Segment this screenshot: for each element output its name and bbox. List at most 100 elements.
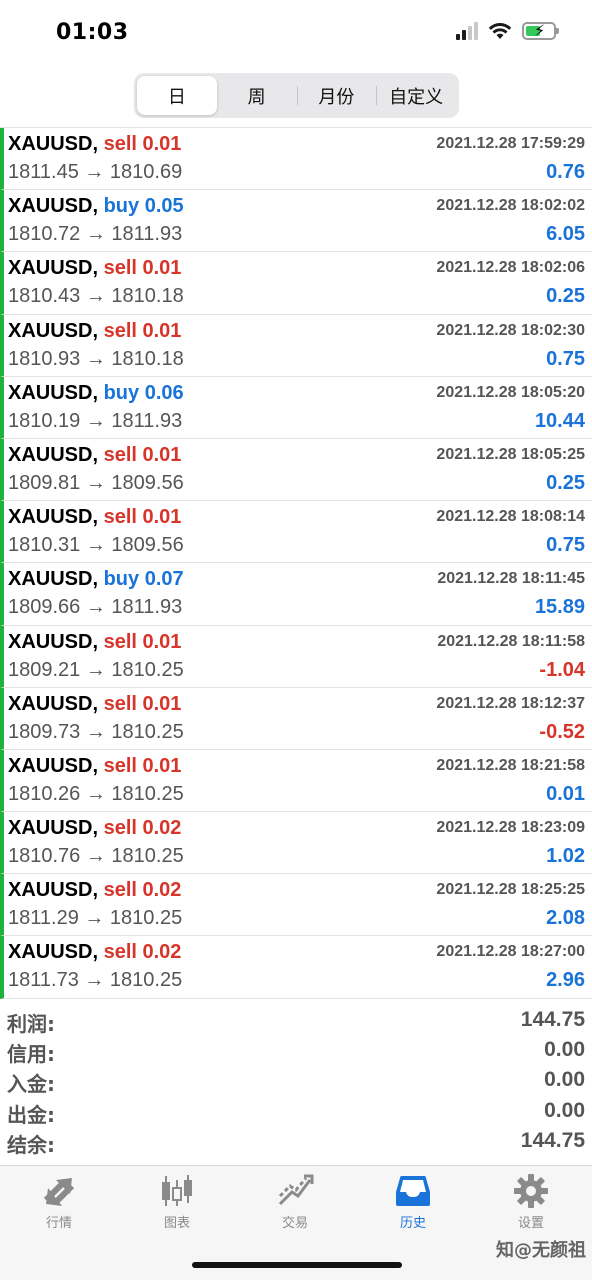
trade-row[interactable]: XAUUSD, sell 0.01 2021.12.28 18:05:25 1809… <box>0 438 592 502</box>
trade-profit: -1.04 <box>539 658 585 681</box>
summary-value: 0.00 <box>544 1038 585 1062</box>
trade-symbol: XAUUSD, <box>8 443 99 466</box>
summary-row: 入金: 0.00 <box>0 1066 592 1096</box>
trade-row[interactable]: XAUUSD, sell 0.01 2021.12.28 18:02:06 1810… <box>0 252 592 315</box>
trade-time: 2021.12.28 18:05:25 <box>436 445 585 463</box>
trade-time: 2021.12.28 18:02:02 <box>436 197 585 215</box>
trade-prices: 1809.73 → 1810.25 <box>8 720 184 743</box>
trade-row[interactable]: XAUUSD, buy 0.05 2021.12.28 18:02:02 1810.… <box>0 190 592 253</box>
trade-symbol-line: XAUUSD, sell 0.01 <box>8 133 181 156</box>
battery-charging-icon: ⚡ <box>522 21 559 40</box>
trade-prices: 1811.29 → 1810.25 <box>8 907 183 930</box>
tab-trade-label: 交易 <box>281 1216 308 1231</box>
trade-side-volume: buy 0.06 <box>103 381 184 404</box>
trade-time: 2021.12.28 18:11:58 <box>437 632 585 650</box>
trade-symbol: XAUUSD, <box>8 506 99 529</box>
trade-row[interactable]: XAUUSD, sell 0.01 2021.12.28 18:12:37 1809… <box>0 687 592 750</box>
account-summary: 利润: 144.75 信用: 0.00 入金: 0.00 出金: 0.00 结余: 144.75 <box>0 1006 592 1157</box>
trade-prices: 1810.76 → 1810.25 <box>8 845 184 868</box>
trade-profit: 10.44 <box>534 409 585 432</box>
summary-row: 结余: 144.75 <box>0 1127 592 1157</box>
tab-month[interactable]: 月份 <box>296 76 377 115</box>
settings-icon <box>514 1174 548 1208</box>
trade-prices: 1809.21 → 1810.25 <box>8 658 184 681</box>
trade-symbol-line: XAUUSD, sell 0.02 <box>8 879 181 902</box>
trade-symbol: XAUUSD, <box>8 133 99 155</box>
trade-profit: 0.01 <box>546 782 585 805</box>
trade-symbol: XAUUSD, <box>8 630 99 653</box>
summary-label: 结余: <box>7 1132 55 1157</box>
trade-prices: 1810.43 → 1810.18 <box>8 285 184 308</box>
summary-value: 0.00 <box>544 1068 585 1092</box>
trade-prices: 1810.31 → 1809.56 <box>8 534 184 557</box>
trade-prices: 1811.73 → 1810.25 <box>8 969 183 992</box>
tab-week[interactable]: 周 <box>217 76 297 115</box>
trade-symbol-line: XAUUSD, sell 0.01 <box>8 506 181 529</box>
trade-row[interactable]: XAUUSD, sell 0.02 2021.12.28 18:25:25 1811… <box>0 874 592 937</box>
trade-prices: 1810.93 → 1810.18 <box>8 347 184 370</box>
trade-prices: 1811.45 → 1810.69 <box>8 161 183 183</box>
trade-symbol-line: XAUUSD, buy 0.06 <box>8 382 184 405</box>
tab-settings[interactable]: 设置 <box>472 1174 590 1234</box>
trade-symbol: XAUUSD, <box>8 817 99 840</box>
trade-time: 2021.12.28 18:11:45 <box>437 570 585 588</box>
summary-row: 信用: 0.00 <box>0 1036 592 1066</box>
summary-label: 出金: <box>7 1102 55 1127</box>
tab-custom[interactable]: 自定义 <box>376 76 456 115</box>
tab-quotes[interactable]: 行情 <box>0 1174 118 1234</box>
trade-row[interactable]: XAUUSD, sell 0.01 2021.12.28 17:59:29 1811… <box>0 128 592 191</box>
trade-time: 2021.12.28 18:08:14 <box>436 508 585 526</box>
trade-profit: 2.96 <box>546 969 585 992</box>
trade-side-volume: sell 0.01 <box>103 443 182 466</box>
status-bar: 01:03 ⚡ <box>0 0 592 64</box>
trade-row[interactable]: XAUUSD, sell 0.01 2021.12.28 18:11:58 1809… <box>0 625 592 688</box>
trade-time: 2021.12.28 18:02:06 <box>436 259 585 277</box>
trade-row[interactable]: XAUUSD, sell 0.02 2021.12.28 18:23:09 1810… <box>0 812 592 875</box>
quotes-icon <box>43 1178 75 1206</box>
trade-side-volume: sell 0.01 <box>103 754 182 777</box>
trade-profit: 15.89 <box>534 596 585 619</box>
trade-profit: 2.08 <box>546 907 585 930</box>
trade-symbol-line: XAUUSD, sell 0.01 <box>8 320 181 343</box>
trade-profit: -0.52 <box>539 720 585 743</box>
trade-time: 2021.12.28 18:23:09 <box>436 819 585 837</box>
trade-row[interactable]: XAUUSD, sell 0.01 2021.12.28 18:02:30 1810… <box>0 314 592 377</box>
trade-time: 2021.12.28 18:12:37 <box>436 694 585 712</box>
period-segmented-control: 日 周 月份 自定义 <box>134 73 459 118</box>
trade-symbol: XAUUSD, <box>8 754 99 777</box>
trade-time: 2021.12.28 18:25:25 <box>436 881 585 899</box>
tab-history[interactable]: 历史 <box>354 1174 472 1234</box>
trade-profit: 0.25 <box>546 471 585 494</box>
trade-side-volume: sell 0.01 <box>103 630 182 653</box>
summary-label: 入金: <box>7 1072 55 1097</box>
trade-symbol-line: XAUUSD, sell 0.02 <box>8 817 181 840</box>
trade-side-volume: sell 0.02 <box>103 879 182 902</box>
trade-row[interactable]: XAUUSD, buy 0.06 2021.12.28 18:05:20 1810.… <box>0 376 592 439</box>
trade-symbol-line: XAUUSD, sell 0.01 <box>8 755 181 778</box>
trade-side-volume: sell 0.01 <box>103 319 182 342</box>
tab-chart[interactable]: 图表 <box>118 1174 236 1234</box>
trade-prices: 1810.72 → 1811.93 <box>8 223 183 246</box>
trade-side-volume: sell 0.02 <box>103 941 182 964</box>
trade-row[interactable]: XAUUSD, buy 0.07 2021.12.28 18:11:45 1809.… <box>0 563 592 626</box>
trade-symbol: XAUUSD, <box>8 381 99 404</box>
trade-symbol: XAUUSD, <box>8 195 99 218</box>
trade-symbol: XAUUSD, <box>8 692 99 715</box>
trade-symbol-line: XAUUSD, sell 0.01 <box>8 693 181 716</box>
trade-symbol-line: XAUUSD, sell 0.02 <box>8 941 181 964</box>
trade-symbol: XAUUSD, <box>8 319 99 342</box>
trade-row[interactable]: XAUUSD, sell 0.01 2021.12.28 18:21:58 1810… <box>0 749 592 813</box>
chart-icon <box>162 1175 192 1206</box>
trade-row[interactable]: XAUUSD, sell 0.02 2021.12.28 18:27:00 1811… <box>0 936 592 999</box>
trade-prices: 1810.19 → 1811.93 <box>8 409 183 432</box>
trade-prices: 1809.66 → 1811.93 <box>8 596 183 619</box>
trade-side-volume: sell 0.01 <box>103 257 182 280</box>
trade-row[interactable]: XAUUSD, sell 0.01 2021.12.28 18:08:14 1810… <box>0 501 592 564</box>
tab-day[interactable]: 日 <box>137 76 217 115</box>
trade-history-list: XAUUSD, sell 0.01 2021.12.28 17:59:29 1811… <box>0 127 592 999</box>
trade-symbol: XAUUSD, <box>8 941 99 964</box>
trade-side-volume: sell 0.02 <box>103 817 182 840</box>
trade-symbol-line: XAUUSD, sell 0.01 <box>8 444 181 467</box>
trade-symbol-line: XAUUSD, sell 0.01 <box>8 631 181 654</box>
tab-trade[interactable]: 交易 <box>236 1174 354 1234</box>
